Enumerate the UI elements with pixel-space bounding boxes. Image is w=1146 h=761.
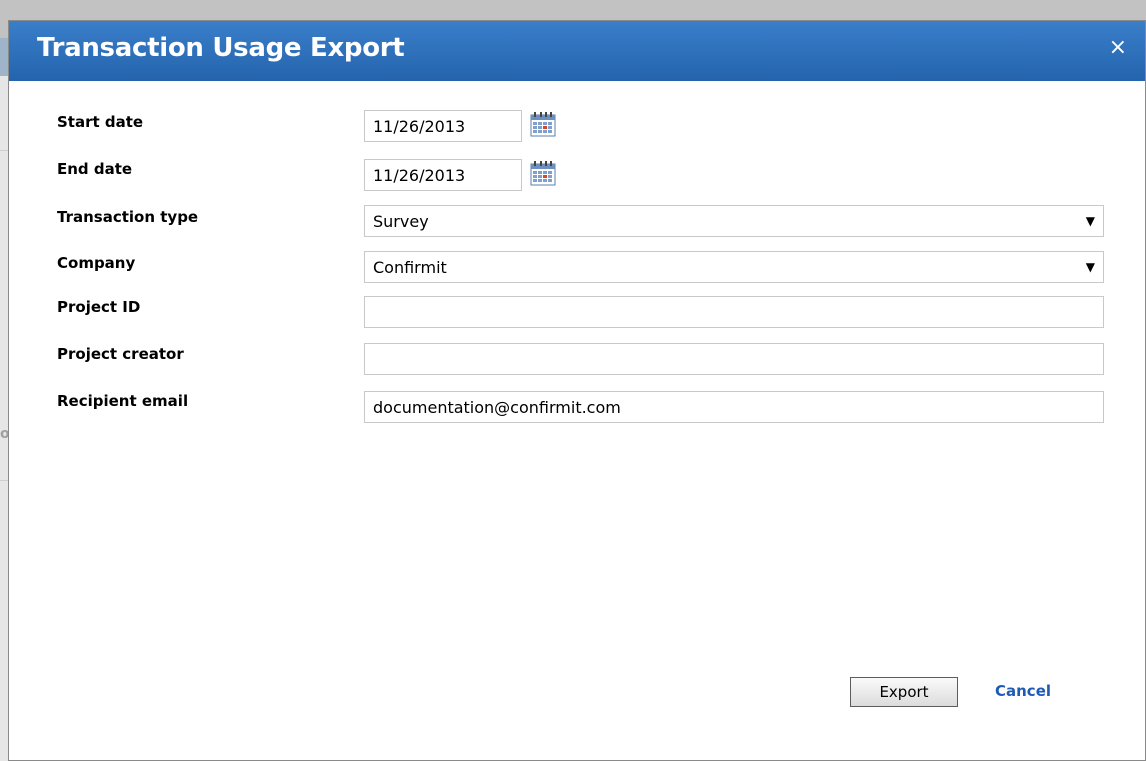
end-date-label: End date [57, 160, 133, 178]
export-button[interactable]: Export [850, 677, 958, 707]
start-date-value: 11/26/2013 [373, 116, 466, 136]
recipient-email-input[interactable]: documentation@confirmit.com [364, 391, 1104, 423]
recipient-email-label: Recipient email [57, 392, 189, 410]
start-date-label: Start date [57, 113, 144, 131]
export-dialog: Transaction Usage Export × Start date 11… [8, 20, 1146, 761]
calendar-icon[interactable] [530, 111, 556, 137]
end-date-value: 11/26/2013 [373, 165, 466, 185]
transaction-type-value: Survey [373, 211, 429, 231]
company-label: Company [57, 254, 136, 272]
dialog-titlebar: Transaction Usage Export × [9, 21, 1145, 81]
cancel-link[interactable]: Cancel [995, 682, 1051, 700]
project-creator-label: Project creator [57, 345, 184, 363]
transaction-type-select[interactable]: Survey ▼ [364, 205, 1104, 237]
calendar-icon[interactable] [530, 160, 556, 186]
transaction-type-label: Transaction type [57, 208, 199, 226]
company-value: Confirmit [373, 257, 447, 277]
start-date-input[interactable]: 11/26/2013 [364, 110, 522, 142]
chevron-down-icon: ▼ [1085, 214, 1095, 228]
close-icon[interactable]: × [1109, 35, 1127, 61]
dialog-title: Transaction Usage Export [37, 33, 405, 63]
project-id-label: Project ID [57, 298, 141, 316]
export-button-label: Export [879, 683, 929, 701]
company-select[interactable]: Confirmit ▼ [364, 251, 1104, 283]
end-date-input[interactable]: 11/26/2013 [364, 159, 522, 191]
chevron-down-icon: ▼ [1085, 260, 1095, 274]
project-id-input[interactable] [364, 296, 1104, 328]
recipient-email-value: documentation@confirmit.com [373, 397, 621, 417]
project-creator-input[interactable] [364, 343, 1104, 375]
